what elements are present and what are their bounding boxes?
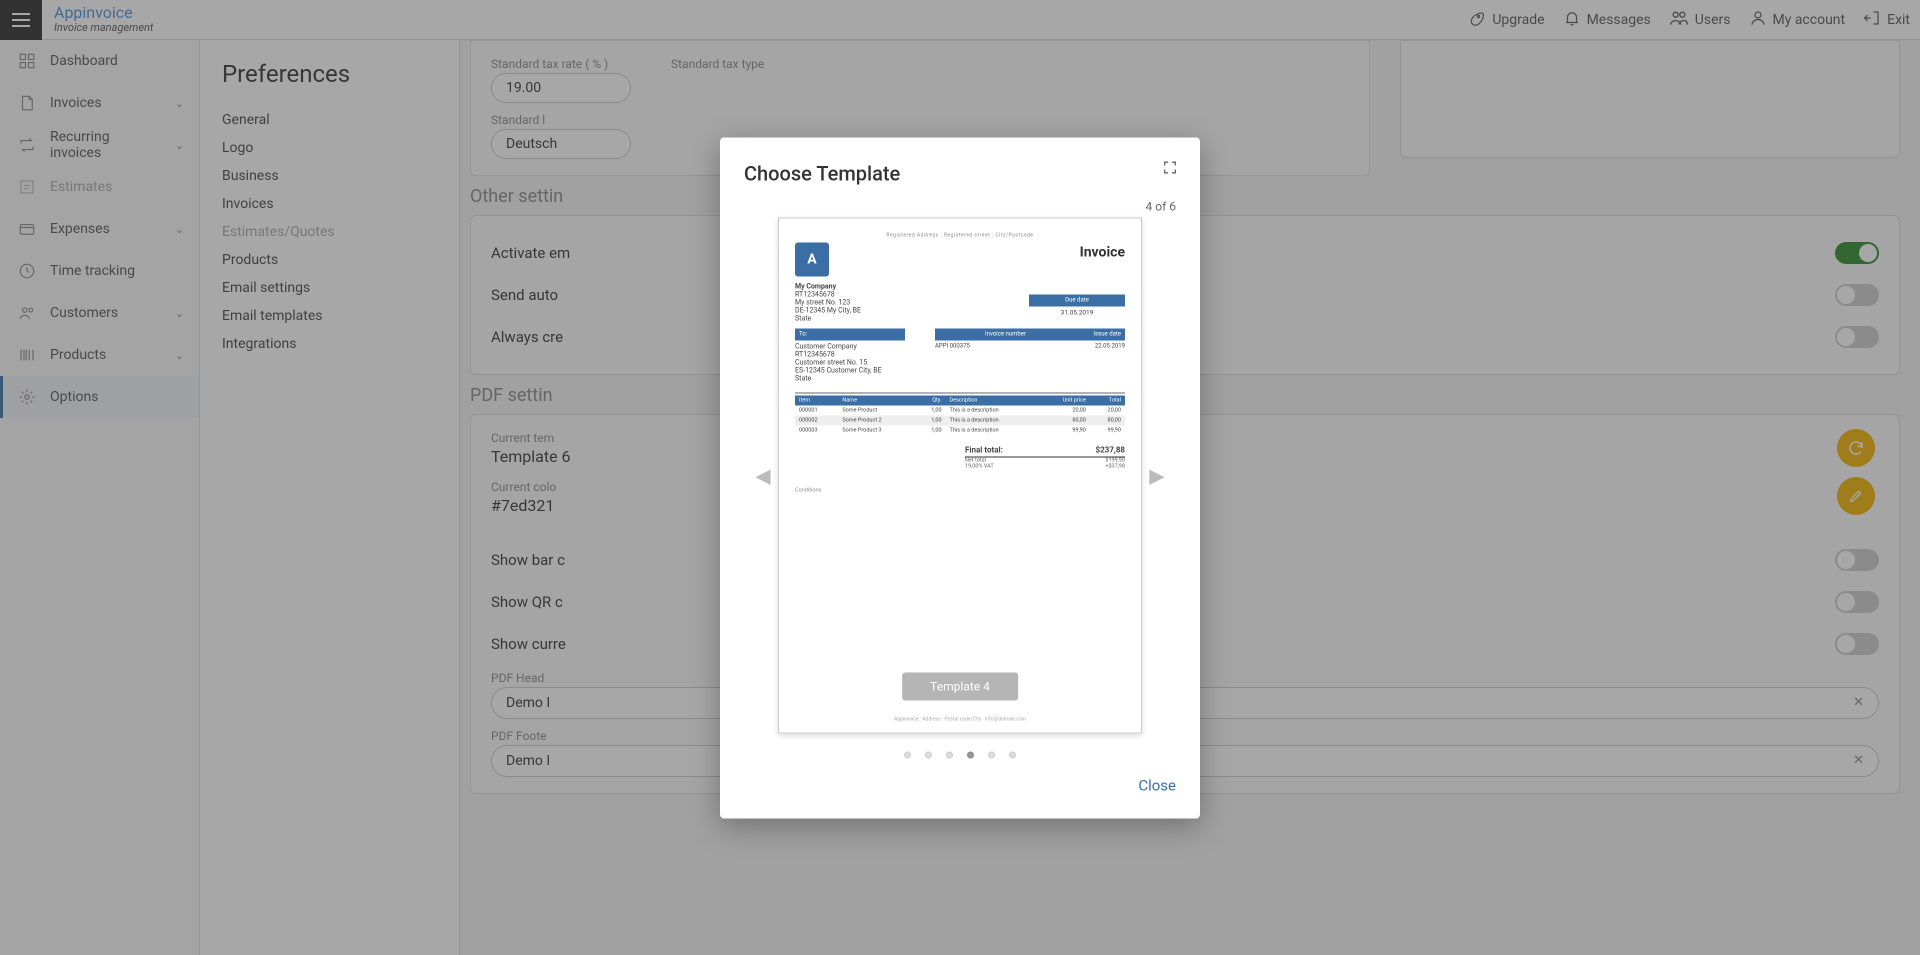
- dot-5[interactable]: [988, 751, 995, 758]
- prev-arrow[interactable]: ◀: [748, 460, 778, 490]
- modal-title: Choose Template: [744, 161, 1176, 185]
- dot-2[interactable]: [925, 751, 932, 758]
- dot-3[interactable]: [946, 751, 953, 758]
- fullscreen-icon[interactable]: [1162, 159, 1178, 179]
- dot-1[interactable]: [904, 751, 911, 758]
- preview-company: My Company: [795, 282, 1125, 290]
- template-badge: Template 4: [902, 672, 1018, 700]
- preview-doc-title: Invoice: [795, 244, 1125, 260]
- template-preview[interactable]: Registered Address : Registered street :…: [778, 217, 1142, 733]
- choose-template-modal: Choose Template 4 of 6 ◀ Registered Addr…: [720, 137, 1200, 818]
- modal-counter: 4 of 6: [744, 199, 1176, 213]
- preview-topmeta: Registered Address : Registered street :…: [795, 232, 1125, 238]
- next-arrow[interactable]: ▶: [1142, 460, 1172, 490]
- gallery-dots: [744, 751, 1176, 758]
- close-button[interactable]: Close: [744, 776, 1176, 794]
- dot-6[interactable]: [1009, 751, 1016, 758]
- preview-logo: A: [795, 242, 829, 276]
- dot-4[interactable]: [967, 751, 974, 758]
